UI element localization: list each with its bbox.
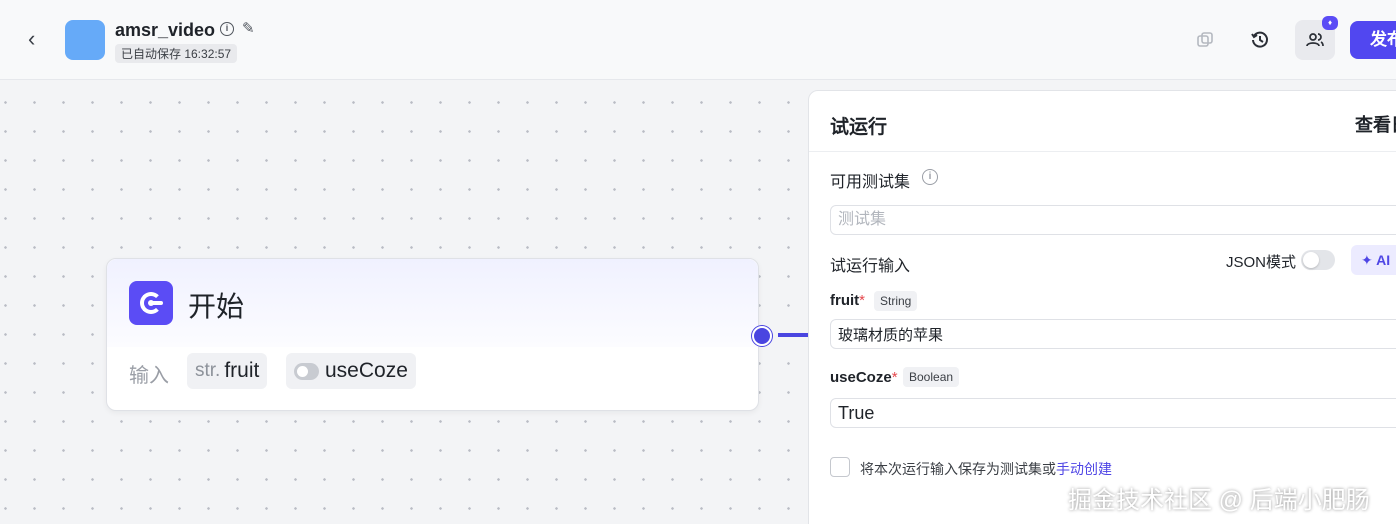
copy-icon: [1197, 32, 1213, 47]
node-edge: [778, 333, 810, 337]
publish-button[interactable]: 发布: [1350, 21, 1396, 59]
start-node-title: 开始: [188, 291, 245, 322]
fruit-type-badge: String: [874, 291, 918, 311]
premium-badge-icon: ♦: [1322, 16, 1338, 30]
view-log-link[interactable]: 查看日志: [1355, 111, 1396, 137]
history-icon: [1251, 31, 1268, 48]
node-param-fruit: str. fruit: [187, 353, 268, 389]
usecoze-select[interactable]: True: [830, 398, 1396, 428]
collaborators-icon: [1306, 33, 1324, 47]
param-name: fruit: [224, 359, 260, 382]
workflow-title: amsr_video: [115, 20, 216, 40]
panel-title: 试运行: [830, 117, 888, 138]
back-icon[interactable]: ‹: [28, 28, 50, 50]
start-node-icon: [129, 281, 173, 325]
ai-generate-button[interactable]: ✦ AI: [1351, 245, 1396, 275]
testset-select[interactable]: [830, 205, 1396, 235]
manual-create-link[interactable]: 手动创建: [1056, 461, 1112, 477]
output-port[interactable]: [752, 326, 772, 346]
json-mode-toggle[interactable]: [1301, 250, 1335, 270]
node-inputs-label: 输入: [129, 365, 169, 387]
run-input-label: 试运行输入: [830, 258, 911, 275]
usecoze-field-label: useCoze*: [830, 369, 898, 386]
test-run-panel: 试运行 查看日志 可用测试集 i 试运行输入 JSON模式 ✦ AI fruit…: [808, 90, 1396, 524]
info-icon[interactable]: i: [220, 22, 234, 36]
save-testset-checkbox[interactable]: [830, 457, 850, 477]
autosave-status: 已自动保存 16:32:57: [115, 44, 238, 63]
json-mode-label: JSON模式: [1226, 254, 1297, 271]
copy-button[interactable]: [1185, 20, 1225, 60]
fruit-input[interactable]: [830, 319, 1396, 349]
param-name: useCoze: [325, 359, 408, 382]
string-type-icon: str.: [195, 360, 221, 381]
ai-sparkle-icon: ✦: [1361, 252, 1373, 268]
app-icon: [65, 20, 105, 60]
boolean-type-icon: [294, 362, 319, 380]
node-param-usecoze: useCoze: [286, 353, 416, 389]
watermark: 掘金技术社区 @ 后端小肥肠: [1068, 487, 1370, 514]
start-node[interactable]: 开始 输入 str. fruit useCoze: [106, 258, 759, 411]
fruit-field-label: fruit*: [830, 292, 866, 309]
top-bar: ‹ amsr_video i ✎ 已自动保存 16:32:57 ♦ 发布: [0, 0, 1396, 80]
edit-icon[interactable]: ✎: [242, 19, 255, 37]
divider: [809, 151, 1396, 152]
history-button[interactable]: [1240, 20, 1280, 60]
info-icon[interactable]: i: [922, 169, 938, 185]
testset-label: 可用测试集: [830, 174, 911, 191]
ai-button-label: AI: [1376, 252, 1391, 268]
save-testset-text: 将本次运行输入保存为测试集或手动创建: [860, 461, 1112, 477]
usecoze-type-badge: Boolean: [903, 367, 960, 387]
